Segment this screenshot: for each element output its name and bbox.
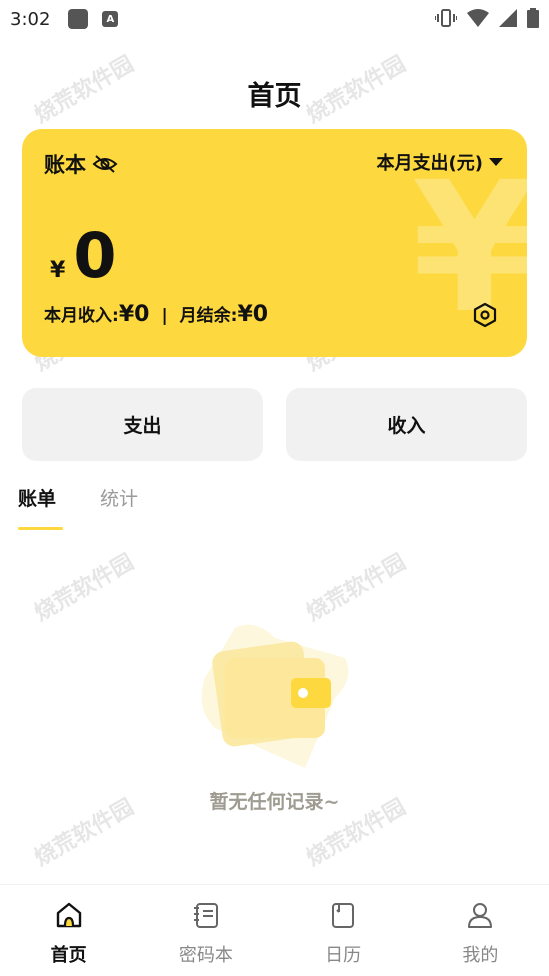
add-expense-button[interactable]: 支出 xyxy=(22,388,263,461)
bottom-nav: 首页 密码本 日历 我的 xyxy=(0,884,549,976)
summary-separator: | xyxy=(161,306,168,326)
notebook-icon xyxy=(190,899,222,931)
page-title: 首页 xyxy=(247,81,302,112)
card-settings-button[interactable] xyxy=(471,301,499,329)
period-label: 本月支出(元) xyxy=(376,153,483,174)
status-time: 3:02 xyxy=(10,8,51,30)
calendar-icon xyxy=(327,899,359,931)
battery-icon xyxy=(527,8,539,28)
tab-bills[interactable]: 账单 xyxy=(18,484,56,511)
nav-label-mine: 我的 xyxy=(462,945,499,966)
hexagon-settings-icon xyxy=(473,302,497,328)
nav-item-home[interactable]: 首页 xyxy=(0,885,137,976)
empty-state-text: 暂无任何记录~ xyxy=(209,791,340,813)
income-label: 本月收入: xyxy=(44,306,119,326)
home-icon xyxy=(53,899,85,931)
wifi-icon xyxy=(467,9,489,27)
nav-label-calendar: 日历 xyxy=(325,945,362,966)
tab-stats[interactable]: 统计 xyxy=(100,484,138,511)
app-notification-icon: A xyxy=(102,11,119,27)
nav-item-mine[interactable]: 我的 xyxy=(412,885,549,976)
account-book-selector[interactable]: 账本 xyxy=(44,149,118,179)
signal-icon xyxy=(499,9,517,27)
nav-label-home: 首页 xyxy=(50,945,87,966)
period-selector[interactable]: 本月支出(元) xyxy=(377,149,503,175)
account-book-label: 账本 xyxy=(44,153,86,177)
empty-wallet-icon xyxy=(201,624,349,768)
active-tab-indicator xyxy=(18,527,63,530)
nav-item-passwords[interactable]: 密码本 xyxy=(137,885,274,976)
nav-item-calendar[interactable]: 日历 xyxy=(275,885,412,976)
status-bar: 3:02 A xyxy=(0,0,549,38)
balance-card: ¥ 账本 本月支出(元) ¥ 0 本月收入: ¥0 | 月结余: ¥0 xyxy=(22,129,527,357)
status-icons xyxy=(435,8,539,28)
caret-down-icon xyxy=(489,158,503,166)
add-income-button[interactable]: 收入 xyxy=(286,388,527,461)
monthly-summary: 本月收入: ¥0 | 月结余: ¥0 xyxy=(44,301,268,327)
vibrate-icon xyxy=(435,9,457,27)
balance-label: 月结余: xyxy=(179,306,238,326)
card-yen-watermark: ¥ xyxy=(411,144,527,353)
notification-icon xyxy=(68,9,89,29)
user-icon xyxy=(464,899,496,931)
eye-hide-icon[interactable] xyxy=(92,154,118,174)
balance-value: ¥0 xyxy=(237,302,269,327)
expense-amount-value: 0 xyxy=(73,219,117,292)
currency-symbol: ¥ xyxy=(50,258,66,283)
nav-label-passwords: 密码本 xyxy=(178,945,233,966)
watermark: 烧荒软件园 xyxy=(302,549,411,627)
income-value: ¥0 xyxy=(118,302,150,327)
watermark: 烧荒软件园 xyxy=(30,549,139,627)
monthly-expense-amount: ¥ 0 xyxy=(50,225,116,287)
